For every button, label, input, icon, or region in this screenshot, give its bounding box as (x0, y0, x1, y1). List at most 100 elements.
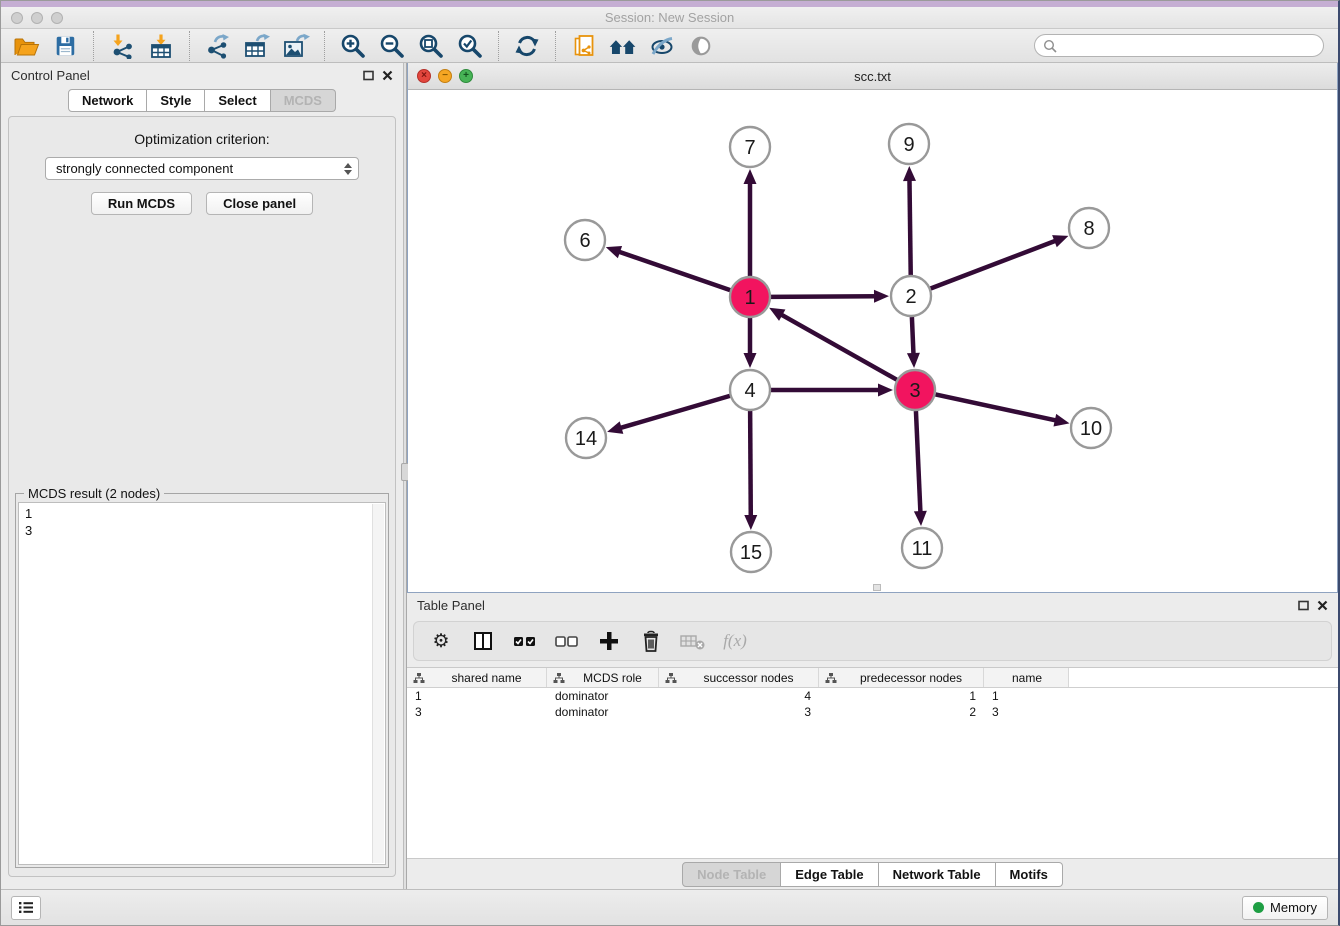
graph-edge-3-1[interactable] (780, 314, 897, 380)
open-session-icon[interactable] (11, 32, 41, 60)
column-tree-icon (825, 672, 837, 684)
node-table[interactable]: shared name MCDS role successor nodes (407, 667, 1338, 859)
graph-edge-arrowhead (907, 353, 920, 368)
select-all-icon[interactable] (512, 628, 538, 654)
float-panel-icon[interactable] (363, 70, 374, 81)
import-network-icon[interactable] (107, 32, 137, 60)
control-panel-tabs: Network Style Select MCDS (1, 89, 403, 112)
table-row[interactable]: 1 dominator 4 1 1 (407, 688, 1338, 704)
zoom-selected-icon[interactable] (455, 32, 485, 60)
graph-edge-arrowhead (744, 515, 757, 530)
cell-mcds-role[interactable]: dominator (547, 705, 659, 719)
memory-status-icon (1253, 902, 1264, 913)
zoom-out-icon[interactable] (377, 32, 407, 60)
tab-network-table[interactable]: Network Table (879, 862, 996, 887)
cell-predecessor-nodes[interactable]: 2 (819, 705, 984, 719)
close-panel-button[interactable]: Close panel (206, 192, 313, 215)
cell-predecessor-nodes[interactable]: 1 (819, 689, 984, 703)
column-header-successor-nodes[interactable]: successor nodes (659, 668, 819, 687)
optimization-criterion-label: Optimization criterion: (15, 131, 389, 147)
graph-edge-2-3[interactable] (912, 317, 914, 356)
control-panel-header: Control Panel (1, 63, 403, 87)
column-header-shared-name[interactable]: shared name (407, 668, 547, 687)
application-window: Session: New Session (0, 0, 1340, 926)
unselect-all-icon[interactable] (554, 628, 580, 654)
canvas-splitter-grip[interactable] (873, 584, 881, 591)
tab-node-table[interactable]: Node Table (682, 862, 781, 887)
graph-edge-4-14[interactable] (619, 396, 730, 429)
graph-edge-1-2[interactable] (771, 296, 877, 297)
cell-shared-name[interactable]: 3 (407, 705, 547, 719)
cell-name[interactable]: 3 (984, 705, 1069, 719)
tab-motifs[interactable]: Motifs (996, 862, 1063, 887)
refresh-icon[interactable] (512, 32, 542, 60)
add-column-icon[interactable] (596, 628, 622, 654)
graph-edge-3-11[interactable] (916, 411, 921, 514)
export-table-icon[interactable] (242, 32, 272, 60)
column-header-predecessor-nodes[interactable]: predecessor nodes (819, 668, 984, 687)
delete-icon[interactable] (638, 628, 664, 654)
optimization-criterion-select[interactable]: strongly connected component (45, 157, 359, 180)
graph-edge-2-9[interactable] (909, 178, 910, 275)
export-network-icon[interactable] (203, 32, 233, 60)
table-panel-header: Table Panel (407, 593, 1338, 617)
tab-edge-table[interactable]: Edge Table (781, 862, 878, 887)
cell-successor-nodes[interactable]: 4 (659, 689, 819, 703)
close-panel-icon[interactable] (1317, 600, 1328, 611)
tab-mcds[interactable]: MCDS (271, 89, 336, 112)
task-history-button[interactable] (11, 896, 41, 920)
mcds-result-list[interactable]: 1 3 (18, 502, 386, 865)
tab-select[interactable]: Select (205, 89, 270, 112)
float-panel-icon[interactable] (1298, 600, 1309, 611)
search-icon (1043, 39, 1057, 53)
mcds-panel: Optimization criterion: strongly connect… (8, 116, 396, 877)
import-table-icon[interactable] (146, 32, 176, 60)
home-icon[interactable] (608, 32, 638, 60)
cell-shared-name[interactable]: 1 (407, 689, 547, 703)
result-scrollbar[interactable] (372, 504, 384, 863)
export-image-icon[interactable] (281, 32, 311, 60)
tab-network[interactable]: Network (68, 89, 147, 112)
table-toolbar: ⚙ (413, 621, 1332, 661)
close-panel-icon[interactable] (382, 70, 393, 81)
column-header-mcds-role[interactable]: MCDS role (547, 668, 659, 687)
graph-edge-arrowhead (744, 353, 757, 368)
control-panel-title: Control Panel (11, 68, 363, 83)
panel-splitter[interactable] (403, 63, 407, 889)
run-mcds-button[interactable]: Run MCDS (91, 192, 192, 215)
network-window-titlebar[interactable]: × − + scc.txt (408, 63, 1337, 90)
titlebar: Session: New Session (1, 7, 1338, 29)
graph-node-label: 14 (575, 428, 597, 450)
table-settings-gear-icon[interactable]: ⚙ (428, 628, 454, 654)
search-input[interactable] (1062, 39, 1315, 53)
table-row[interactable]: 3 dominator 3 2 3 (407, 704, 1338, 720)
graph-node-label: 1 (744, 287, 755, 309)
control-panel: Control Panel Network Style Select MCDS … (1, 63, 403, 889)
save-session-icon[interactable] (50, 32, 80, 60)
birds-eye-view-icon[interactable] (686, 32, 716, 60)
zoom-fit-icon[interactable] (416, 32, 446, 60)
table-header-row: shared name MCDS role successor nodes (407, 668, 1338, 688)
graph-node-label: 4 (744, 380, 755, 402)
memory-button[interactable]: Memory (1242, 896, 1328, 920)
cell-mcds-role[interactable]: dominator (547, 689, 659, 703)
network-window-title: scc.txt (408, 69, 1337, 84)
show-graphics-details-icon[interactable] (647, 32, 677, 60)
graph-node-label: 8 (1083, 218, 1094, 240)
cell-successor-nodes[interactable]: 3 (659, 705, 819, 719)
graph-edge-1-6[interactable] (617, 251, 730, 290)
search-field[interactable] (1034, 34, 1324, 57)
network-canvas[interactable]: 7968124314101511 (408, 90, 1337, 592)
clone-network-icon[interactable] (569, 32, 599, 60)
zoom-in-icon[interactable] (338, 32, 368, 60)
graph-edge-arrowhead (606, 246, 622, 258)
tab-style[interactable]: Style (147, 89, 205, 112)
graph-node-label: 11 (912, 538, 933, 560)
show-columns-icon[interactable] (470, 628, 496, 654)
column-header-name[interactable]: name (984, 668, 1069, 687)
network-view-window: × − + scc.txt 7968124314101511 (407, 63, 1338, 593)
graph-edge-4-15[interactable] (750, 411, 751, 518)
graph-edge-2-8[interactable] (931, 240, 1058, 288)
cell-name[interactable]: 1 (984, 689, 1069, 703)
graph-edge-3-10[interactable] (936, 394, 1058, 420)
